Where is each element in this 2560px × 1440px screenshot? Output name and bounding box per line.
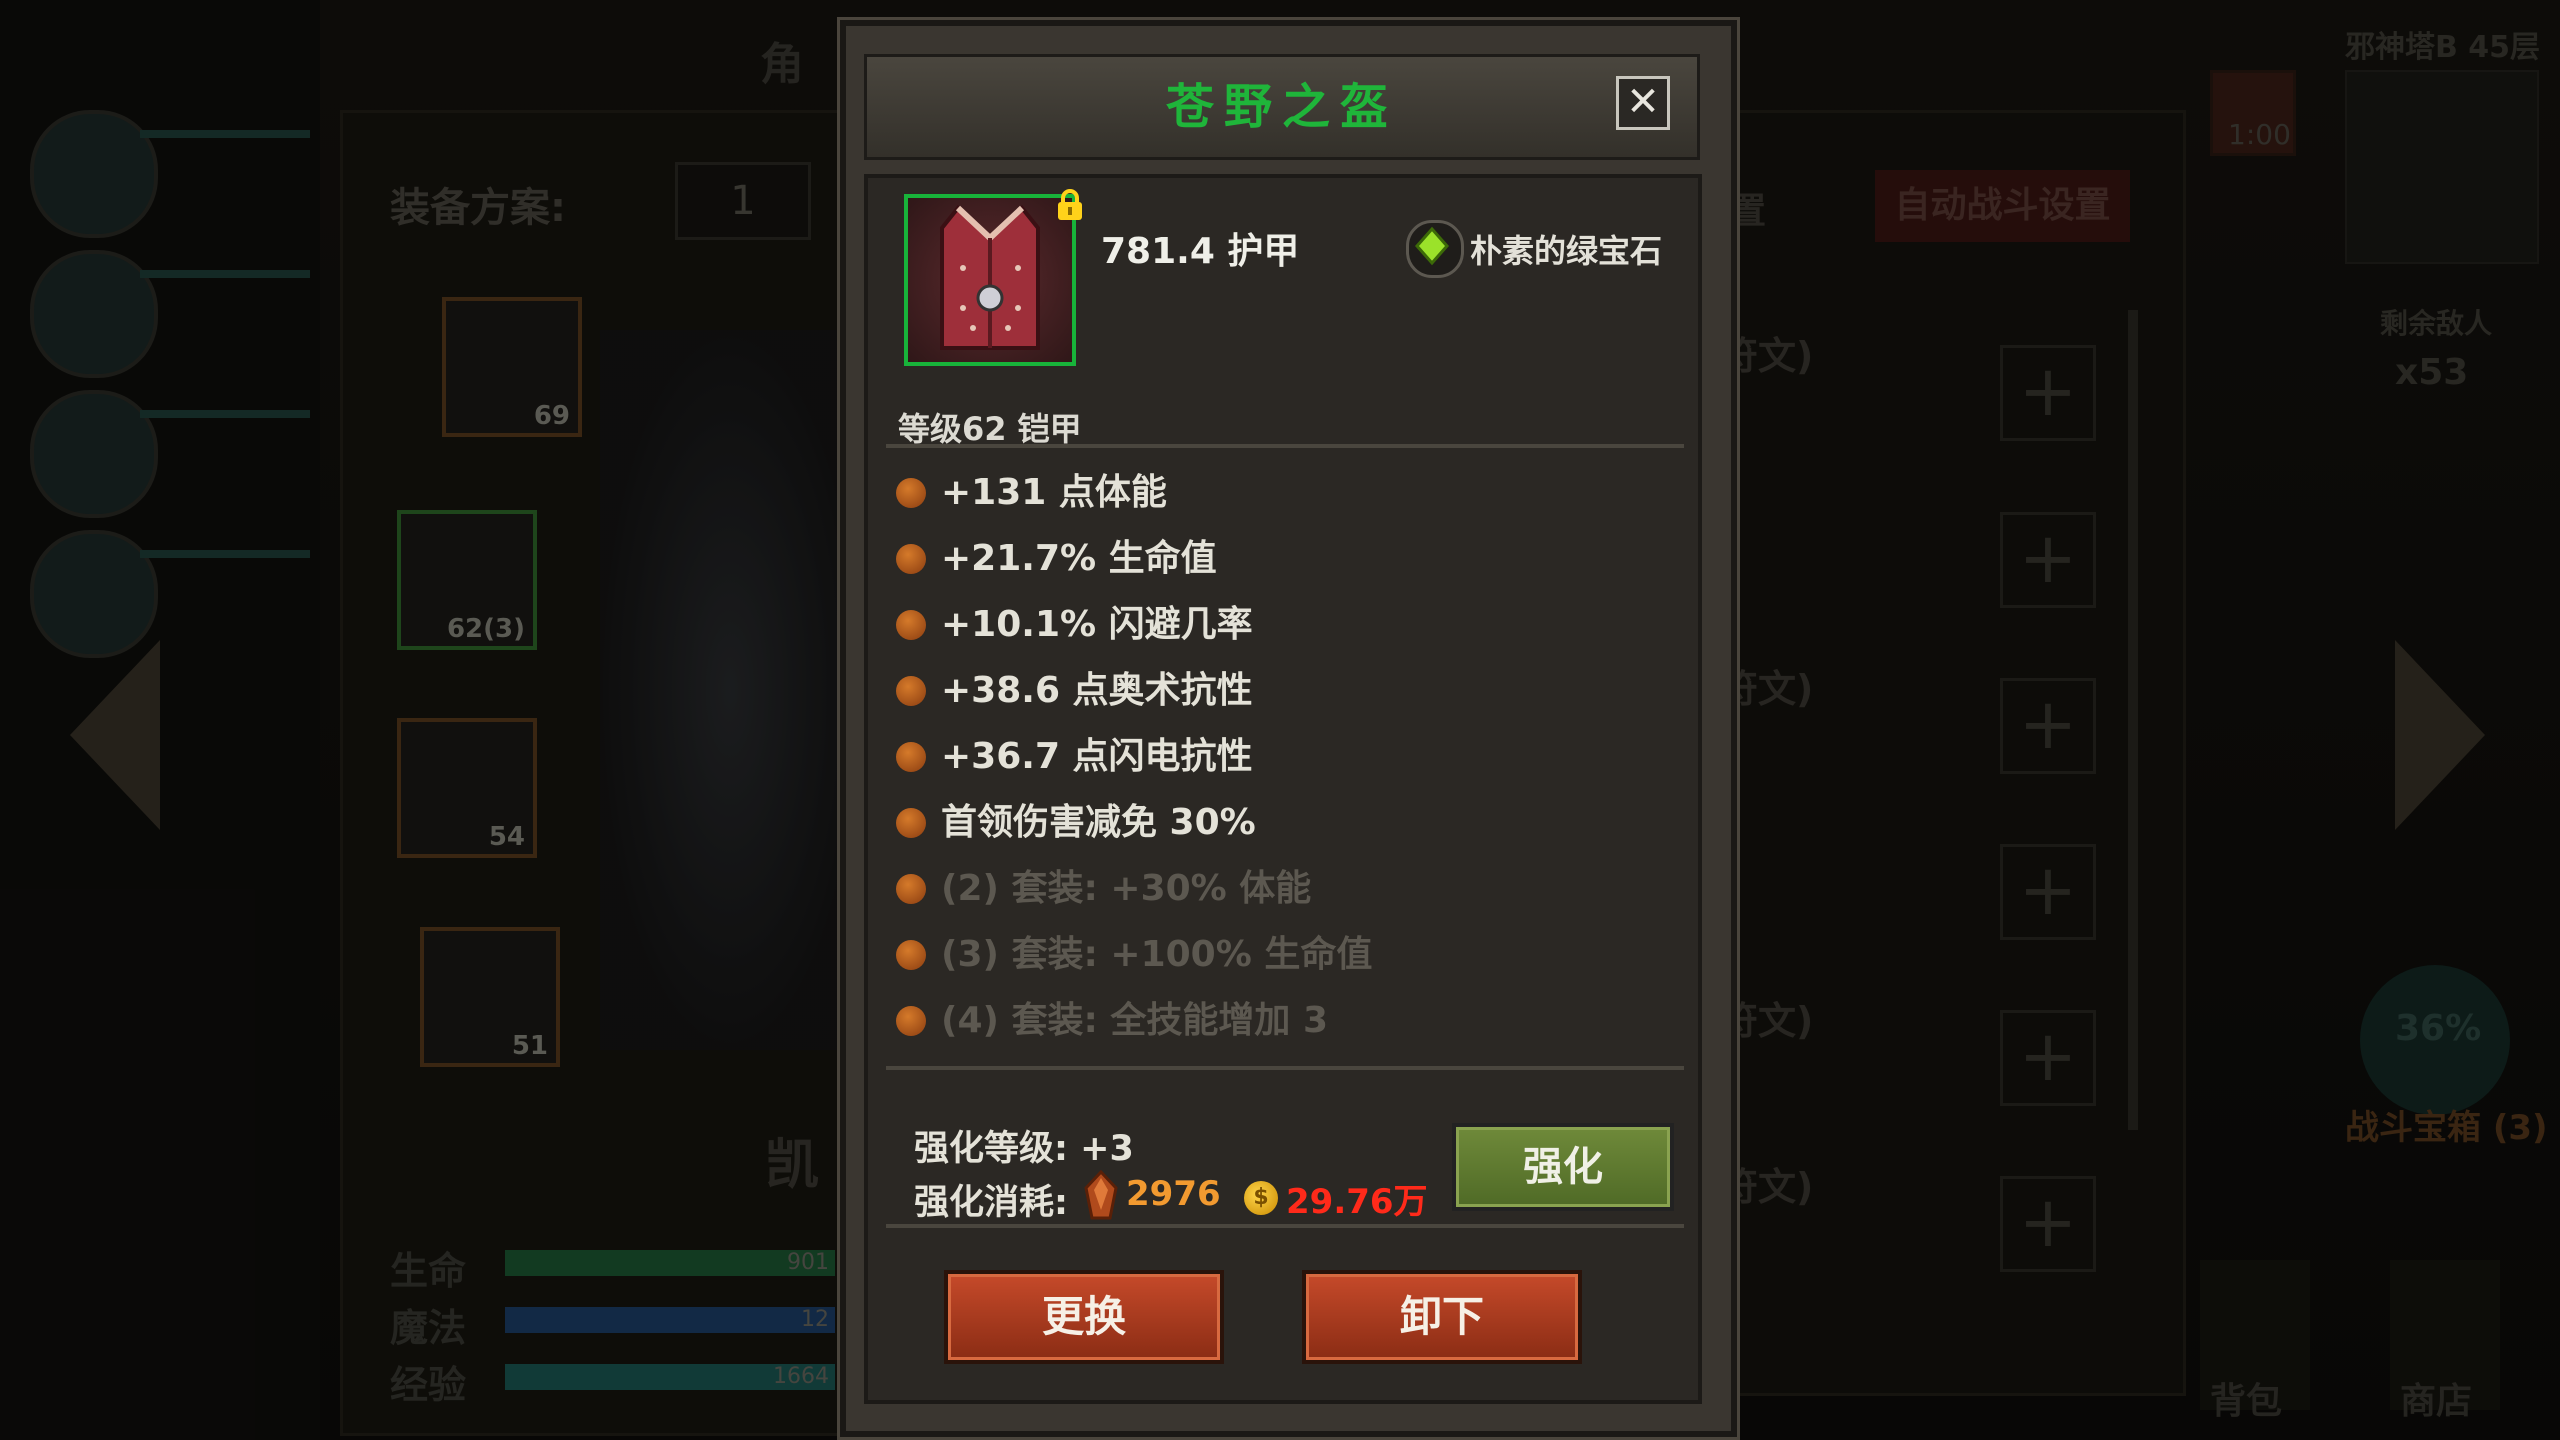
- bullet-dot-icon: [896, 478, 926, 508]
- set-bonus-text: (4) 套装: 全技能增加 3: [941, 1000, 1329, 1041]
- bullet-dot-icon: [896, 610, 926, 640]
- bullet-dot-icon: [896, 742, 926, 772]
- enhance-level: 强化等级: +3: [914, 1129, 1134, 1169]
- green-gem-icon: [1414, 226, 1450, 266]
- gold-cost: 29.76万: [1286, 1182, 1428, 1222]
- bullet-dot-icon: [896, 544, 926, 574]
- bullet-dot-icon: [896, 1006, 926, 1036]
- attribute-text: 首领伤害减免 30%: [941, 802, 1256, 843]
- gem-socket[interactable]: [1406, 220, 1464, 278]
- attribute-text: +21.7% 生命值: [941, 538, 1217, 579]
- enhance-stone-icon: [1084, 1169, 1118, 1220]
- bullet-dot-icon: [896, 940, 926, 970]
- attribute-text: +38.6 点奥术抗性: [941, 670, 1253, 711]
- attribute-text: +36.7 点闪电抗性: [941, 736, 1253, 777]
- close-button[interactable]: ✕: [1616, 76, 1670, 130]
- item-detail-dialog: 苍野之盔 ✕ 781.4 护甲 朴素的绿宝石 等级62 铠甲 +131 点体能 …: [840, 20, 1737, 1437]
- item-title: 苍野之盔: [1165, 79, 1398, 135]
- gem-name: 朴素的绿宝石: [1470, 232, 1663, 270]
- attribute-text: +131 点体能: [941, 472, 1167, 513]
- dialog-title-bar: 苍野之盔: [864, 54, 1700, 160]
- bullet-dot-icon: [896, 676, 926, 706]
- divider: [886, 444, 1684, 448]
- armor-item-icon: [904, 194, 1076, 366]
- chest-armor-icon: [940, 205, 1040, 350]
- enhance-button[interactable]: 强化: [1452, 1123, 1674, 1211]
- set-bonus-text: (3) 套装: +100% 生命值: [941, 934, 1373, 975]
- attribute-text: +10.1% 闪避几率: [941, 604, 1253, 645]
- lock-icon[interactable]: [1056, 188, 1084, 222]
- bullet-dot-icon: [896, 808, 926, 838]
- bullet-dot-icon: [896, 874, 926, 904]
- replace-button[interactable]: 更换: [944, 1270, 1224, 1364]
- stone-cost: 2976: [1126, 1174, 1221, 1214]
- divider: [886, 1224, 1684, 1228]
- armor-value: 781.4 护甲: [1101, 231, 1300, 272]
- unequip-button[interactable]: 卸下: [1302, 1270, 1582, 1364]
- set-bonus-text: (2) 套装: +30% 体能: [941, 868, 1312, 909]
- enhance-cost-label: 强化消耗:: [914, 1183, 1068, 1223]
- divider: [886, 1066, 1684, 1070]
- gold-coin-icon: $: [1244, 1181, 1278, 1215]
